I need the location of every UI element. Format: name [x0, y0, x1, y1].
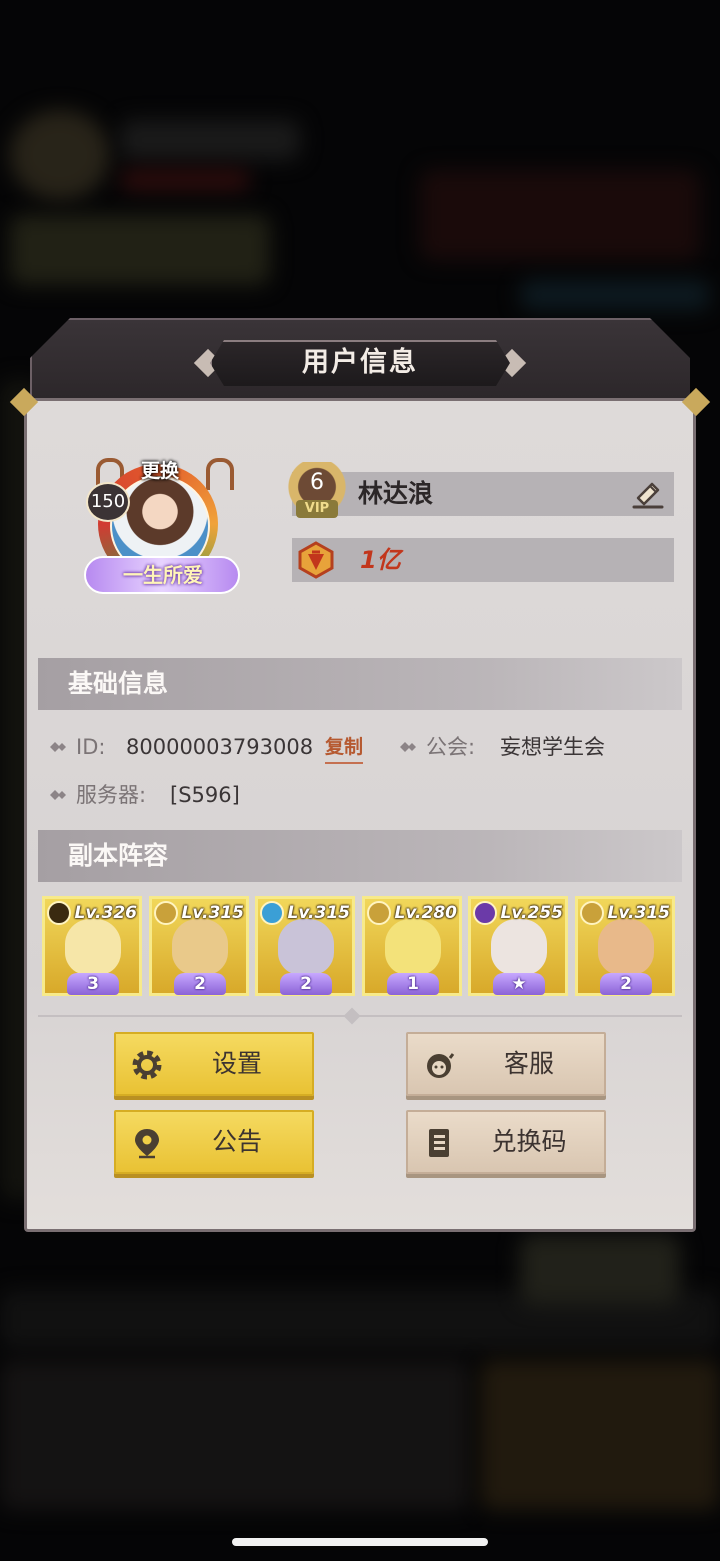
copy-id-button[interactable]: 复制 [325, 732, 364, 764]
notebook-icon [429, 1129, 449, 1157]
hero-portrait [65, 919, 121, 975]
hero-level: Lv.315 [287, 903, 350, 923]
player-level-badge: 150 [86, 482, 130, 522]
hero-level: Lv.255 [500, 903, 563, 923]
hero-element-icon [260, 901, 284, 925]
id-value: 80000003793008 [126, 735, 314, 759]
guild-value: 妄想学生会 [500, 735, 605, 759]
hero-element-icon [47, 901, 71, 925]
combat-power-value: 1亿 [360, 546, 401, 574]
avatar[interactable]: 更换 150 一生所爱 [84, 452, 240, 600]
hero-level: Lv.315 [607, 903, 670, 923]
id-label: ID: [76, 735, 106, 759]
bullet-diamond-icon [50, 742, 66, 752]
antler-right [206, 458, 234, 490]
hero-card[interactable]: Lv.280 1 [362, 896, 462, 996]
avatar-change-label[interactable]: 更换 [130, 456, 190, 483]
server-label: 服务器: [76, 783, 147, 807]
hero-portrait [598, 919, 654, 975]
hero-card[interactable]: Lv.326 3 [42, 896, 142, 996]
hero-portrait [491, 919, 547, 975]
settings-button-label: 设置 [211, 1049, 262, 1078]
name-row [292, 472, 674, 516]
dialog-title: 用户信息 [302, 347, 418, 378]
hero-star-count: 3 [87, 974, 99, 994]
hero-level: Lv.315 [181, 903, 244, 923]
hero-portrait [278, 919, 334, 975]
support-button-label: 客服 [503, 1049, 554, 1078]
bullet-diamond-icon [50, 790, 66, 800]
vip-level: 6 [310, 470, 324, 495]
redeem-code-button[interactable]: 兑换码 [406, 1110, 606, 1174]
hero-portrait [172, 919, 228, 975]
redeem-code-button-label: 兑换码 [491, 1127, 567, 1156]
hero-element-icon [580, 901, 604, 925]
username: 林达浪 [358, 479, 434, 508]
location-pin-icon [135, 1129, 159, 1159]
server-value: [S596] [170, 783, 240, 807]
guild-label: 公会: [426, 735, 476, 759]
edit-icon[interactable] [630, 476, 666, 510]
home-indicator[interactable] [232, 1538, 488, 1546]
gear-icon [132, 1050, 162, 1080]
hero-element-icon [473, 901, 497, 925]
section-title-lineup: 副本阵容 [68, 841, 169, 870]
hero-star-count: 2 [194, 974, 206, 994]
hero-star-count: 2 [620, 974, 632, 994]
support-button[interactable]: 客服 [406, 1032, 606, 1096]
hero-star-count: 2 [300, 974, 312, 994]
hero-card[interactable]: Lv.255 ★ [468, 896, 568, 996]
combat-power-icon [298, 541, 334, 579]
hero-card[interactable]: Lv.315 2 [149, 896, 249, 996]
announcement-button-label: 公告 [211, 1127, 262, 1156]
hero-star-count: 1 [407, 974, 419, 994]
hero-level: Lv.280 [394, 903, 457, 923]
hero-portrait [385, 919, 441, 975]
vip-label: VIP [296, 500, 338, 518]
hero-element-icon [367, 901, 391, 925]
settings-button[interactable]: 设置 [114, 1032, 314, 1096]
title-badge-text: 一生所爱 [123, 563, 203, 587]
hero-card[interactable]: Lv.315 2 [255, 896, 355, 996]
hero-element-icon [154, 901, 178, 925]
hero-star-count: ★ [511, 974, 527, 994]
bullet-diamond-icon [400, 742, 416, 752]
hero-level: Lv.326 [74, 903, 137, 923]
section-title-basic-info: 基础信息 [68, 669, 169, 698]
headset-icon [427, 1053, 455, 1078]
hero-card[interactable]: Lv.315 2 [575, 896, 675, 996]
announcement-button[interactable]: 公告 [114, 1110, 314, 1174]
power-row [292, 538, 674, 582]
